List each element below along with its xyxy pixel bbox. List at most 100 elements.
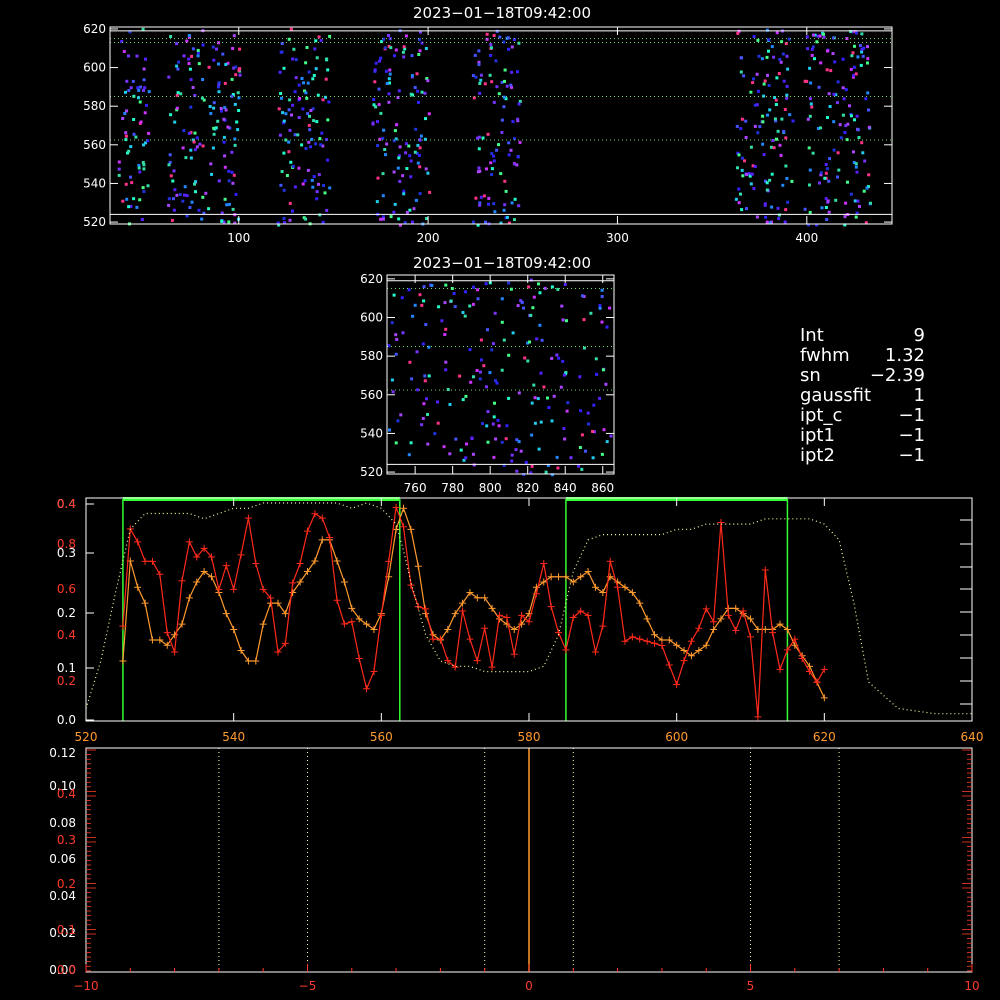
heatmap-zoom-pixel xyxy=(497,424,501,428)
heatmap-top-pixel xyxy=(298,96,302,100)
heatmap-top-pixel xyxy=(836,151,840,155)
heatmap-top-pixel xyxy=(185,194,189,198)
heatmap-top-pixel xyxy=(200,96,204,100)
heatmap-top-pixel xyxy=(736,31,740,35)
heatmap-zoom-ytick-label: 540 xyxy=(360,426,383,440)
heatmap-top-pixel xyxy=(201,144,205,148)
heatmap-top-pixel xyxy=(278,70,282,74)
profile-point-orange xyxy=(259,620,267,628)
heatmap-top-pixel xyxy=(212,58,216,62)
profile-point-red xyxy=(466,635,474,643)
heatmap-top-pixel xyxy=(140,218,144,221)
heatmap-top-pixel xyxy=(855,170,859,174)
heatmap-zoom-pixel xyxy=(507,281,511,285)
heatmap-top-pixel xyxy=(195,136,199,140)
offset-panel: −10 −5 0 5 100.000.020.040.060.080.100.120.0… xyxy=(49,746,979,993)
heatmap-top-pixel xyxy=(187,131,191,135)
heatmap-top-pixel xyxy=(320,131,324,135)
heatmap-top-pixel xyxy=(215,47,218,51)
heatmap-zoom-pixel xyxy=(484,282,488,286)
heatmap-zoom-pixel xyxy=(433,432,437,436)
heatmap-top-pixel xyxy=(841,113,845,117)
profile-point-orange xyxy=(119,657,127,665)
heatmap-top-ytick-label: 560 xyxy=(83,138,106,152)
heatmap-top-pixel xyxy=(854,162,858,166)
profile-point-red xyxy=(591,648,599,656)
heatmap-top-pixel xyxy=(401,50,405,54)
heatmap-zoom-pixel xyxy=(589,311,593,315)
heatmap-top-pixel xyxy=(138,198,142,202)
heatmap-top-pixel xyxy=(304,217,308,221)
heatmap-top-pixel xyxy=(862,189,866,193)
heatmap-top-pixel xyxy=(300,77,304,80)
heatmap-top-pixel xyxy=(231,207,235,211)
heatmap-zoom-pixel xyxy=(423,374,427,378)
heatmap-top-pixel xyxy=(371,122,375,126)
heatmap-top-pixel xyxy=(511,120,515,124)
profile-point-red xyxy=(636,635,644,643)
heatmap-top-pixel xyxy=(209,162,213,166)
heatmap-top-pixel xyxy=(235,120,239,124)
heatmap-top-pixel xyxy=(134,135,138,139)
heatmap-top-pixel xyxy=(751,81,755,85)
heatmap-top-pixel xyxy=(417,154,421,157)
heatmap-zoom-xtick-label: 760 xyxy=(404,481,427,495)
heatmap-top-pixel xyxy=(503,68,507,72)
heatmap-top-pixel xyxy=(193,148,197,152)
heatmap-top-pixel xyxy=(142,190,146,193)
heatmap-zoom-pixel xyxy=(507,353,511,357)
heatmap-top-pixel xyxy=(861,54,865,58)
heatmap-zoom-pixel xyxy=(539,420,543,424)
heatmap-zoom-pixel xyxy=(436,421,440,425)
heatmap-top-pixel xyxy=(866,45,869,49)
heatmap-top-pixel xyxy=(315,197,319,201)
heatmap-top-ytick-label: 580 xyxy=(83,99,106,113)
profile-ytick-label-red: 0.8 xyxy=(57,537,76,551)
heatmap-top-pixel xyxy=(281,111,285,115)
heatmap-top-pixel xyxy=(143,111,147,115)
heatmap-top-pixel xyxy=(132,118,136,121)
profile-point-red xyxy=(318,514,326,522)
heatmap-top-pixel xyxy=(866,61,869,65)
heatmap-top-pixel xyxy=(410,54,414,58)
heatmap-top-pixel xyxy=(309,145,313,149)
profile-point-red xyxy=(333,596,341,604)
heatmap-top-pixel xyxy=(753,165,757,168)
heatmap-zoom-pixel xyxy=(486,328,489,332)
heatmap-top-pixel xyxy=(195,145,199,149)
heatmap-top-ytick-label: 620 xyxy=(83,22,106,36)
heatmap-zoom-pixel xyxy=(526,359,530,363)
profile-point-orange xyxy=(222,610,230,618)
profile-point-red xyxy=(695,624,703,632)
heatmap-top-pixel xyxy=(306,168,310,172)
heatmap-zoom-pixel xyxy=(490,348,494,352)
heatmap-top-pixel xyxy=(424,117,427,121)
heatmap-top-pixel xyxy=(325,57,329,61)
heatmap-top-pixel xyxy=(420,90,424,94)
heatmap-top-pixel xyxy=(806,47,810,51)
heatmap-top-pixel xyxy=(117,167,121,171)
heatmap-top-pixel xyxy=(739,127,743,131)
profile-point-red xyxy=(355,655,363,663)
heatmap-zoom-pixel xyxy=(507,396,511,400)
heatmap-top-pixel xyxy=(222,135,226,139)
heatmap-top-pixel xyxy=(740,208,744,212)
heatmap-top-pixel xyxy=(749,145,753,149)
heatmap-top-pixel xyxy=(379,111,383,115)
heatmap-top-pixel xyxy=(781,52,785,56)
heatmap-top-pixel xyxy=(142,88,145,92)
heatmap-top-pixel xyxy=(147,90,151,94)
heatmap-top-pixel xyxy=(477,49,481,53)
info-value-ipt1: −1 xyxy=(898,425,925,446)
profile-point-red xyxy=(503,613,511,621)
heatmap-top-pixel xyxy=(172,208,176,212)
heatmap-top-pixel xyxy=(237,109,241,112)
heatmap-top-pixel xyxy=(474,75,478,79)
heatmap-top-pixel xyxy=(507,153,511,157)
heatmap-top-pixel xyxy=(765,188,769,192)
heatmap-top-pixel xyxy=(843,131,847,134)
heatmap-zoom-pixel xyxy=(422,402,426,406)
heatmap-top-pixel xyxy=(752,187,756,191)
heatmap-zoom-pixel xyxy=(488,371,492,375)
heatmap-top-pixel xyxy=(278,133,282,137)
